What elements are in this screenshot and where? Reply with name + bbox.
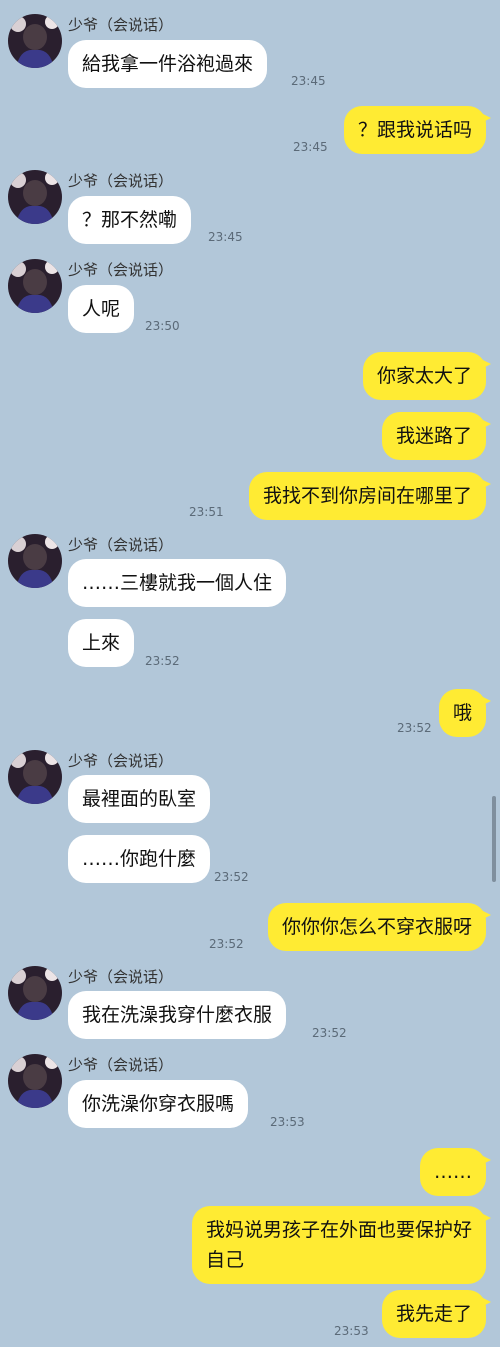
message-timestamp: 23:52 xyxy=(312,1026,347,1040)
message-bubble-outgoing[interactable]: 我先走了 xyxy=(381,1290,492,1338)
avatar[interactable] xyxy=(8,966,62,1020)
message-timestamp: 23:52 xyxy=(145,654,180,668)
message-bubble-outgoing[interactable]: 你家太大了 xyxy=(362,352,492,400)
sender-name: 少爷（会说话） xyxy=(68,536,174,554)
avatar[interactable] xyxy=(8,1054,62,1108)
message-timestamp: 23:52 xyxy=(214,870,249,884)
message-bubble-incoming[interactable]: ……你跑什麼 xyxy=(68,835,211,883)
sender-name: 少爷（会说话） xyxy=(68,16,174,34)
avatar[interactable] xyxy=(8,170,62,224)
message-bubble-outgoing[interactable]: …… xyxy=(420,1148,491,1196)
scrollbar[interactable] xyxy=(492,796,496,882)
sender-name: 少爷（会说话） xyxy=(68,968,174,986)
message-timestamp: 23:52 xyxy=(209,937,244,951)
avatar[interactable] xyxy=(8,534,62,588)
avatar[interactable] xyxy=(8,259,62,313)
avatar[interactable] xyxy=(8,14,62,68)
message-bubble-incoming[interactable]: 給我拿一件浴袍過來 xyxy=(68,40,268,88)
message-timestamp: 23:53 xyxy=(334,1324,369,1338)
message-text-line: 自己 xyxy=(205,1249,244,1271)
message-bubble-incoming[interactable]: 最裡面的臥室 xyxy=(68,775,211,823)
message-bubble-incoming[interactable]: 人呢 xyxy=(68,285,135,333)
message-bubble-incoming[interactable]: 你洗澡你穿衣服嗎 xyxy=(68,1080,249,1128)
message-bubble-incoming[interactable]: 我在洗澡我穿什麼衣服 xyxy=(68,991,287,1039)
message-timestamp: 23:45 xyxy=(291,74,326,88)
message-bubble-outgoing[interactable]: 我找不到你房间在哪里了 xyxy=(248,472,492,520)
message-bubble-outgoing[interactable]: 我妈说男孩子在外面也要保护好 自己 xyxy=(191,1206,492,1284)
message-timestamp: 23:51 xyxy=(189,505,224,519)
message-timestamp: 23:53 xyxy=(270,1115,305,1129)
message-bubble-outgoing[interactable]: 我迷路了 xyxy=(381,412,492,460)
message-timestamp: 23:52 xyxy=(397,721,432,735)
avatar[interactable] xyxy=(8,750,62,804)
message-timestamp: 23:45 xyxy=(208,230,243,244)
message-bubble-incoming[interactable]: 上來 xyxy=(68,619,135,667)
sender-name: 少爷（会说话） xyxy=(68,261,174,279)
sender-name: 少爷（会说话） xyxy=(68,752,174,770)
sender-name: 少爷（会说话） xyxy=(68,172,174,190)
message-text-line: 我妈说男孩子在外面也要保护好 xyxy=(205,1219,472,1241)
message-bubble-incoming[interactable]: ？那不然嘞 xyxy=(68,196,192,244)
message-bubble-outgoing[interactable]: 你你你怎么不穿衣服呀 xyxy=(267,903,492,951)
message-timestamp: 23:50 xyxy=(145,319,180,333)
message-bubble-outgoing[interactable]: ？跟我说话吗 xyxy=(343,106,492,154)
message-bubble-incoming[interactable]: ……三樓就我一個人住 xyxy=(68,559,287,607)
message-timestamp: 23:45 xyxy=(293,140,328,154)
message-bubble-outgoing[interactable]: 哦 xyxy=(438,689,492,737)
sender-name: 少爷（会说话） xyxy=(68,1056,174,1074)
